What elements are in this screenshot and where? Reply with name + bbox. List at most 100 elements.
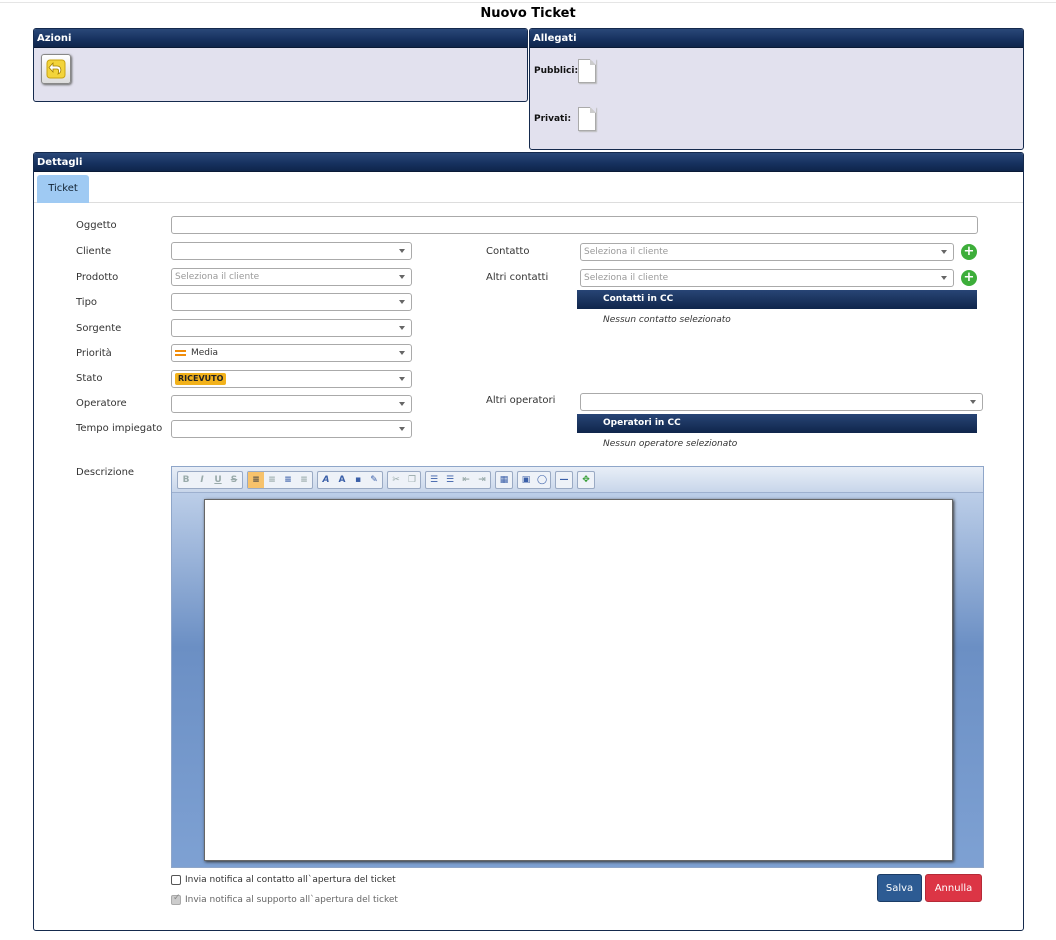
undo-arrow-icon	[46, 59, 66, 79]
descrizione-label: Descrizione	[76, 467, 135, 478]
altri-operatori-label: Altri operatori	[486, 395, 556, 406]
tab-bar: Ticket	[34, 173, 1023, 203]
pubblici-label: Pubblici:	[534, 66, 579, 76]
status-badge: RICEVUTO	[175, 373, 227, 385]
save-button[interactable]: Salva	[877, 874, 922, 902]
tipo-select[interactable]	[171, 293, 412, 311]
align-right-button[interactable]: ≡	[280, 472, 296, 488]
operatori-cc-header: Operatori in CC	[577, 414, 977, 433]
chevron-down-icon	[399, 427, 405, 431]
operatore-label: Operatore	[76, 398, 127, 409]
table-group: ▦	[495, 470, 513, 489]
contatti-cc-header: Contatti in CC	[577, 290, 977, 309]
style-group: A A ▪ ✎	[317, 470, 383, 489]
cancel-button[interactable]: Annulla	[925, 874, 982, 902]
altri-contatti-select[interactable]: Seleziona il cliente	[580, 269, 954, 287]
notify-support-label: Invia notifica al supporto all`apertura …	[185, 895, 398, 905]
chevron-down-icon	[399, 275, 405, 279]
priority-medium-icon	[175, 349, 186, 356]
underline-button[interactable]: U	[210, 472, 226, 488]
chevron-down-icon	[399, 249, 405, 253]
plus-icon: +	[963, 270, 975, 285]
privati-label: Privati:	[534, 114, 572, 124]
azioni-panel: Azioni	[33, 28, 528, 102]
horizontal-rule-button[interactable]: —	[556, 472, 572, 488]
chevron-down-icon	[399, 402, 405, 406]
tab-ticket[interactable]: Ticket	[37, 175, 89, 203]
operatore-select[interactable]	[171, 395, 412, 413]
allegati-header: Allegati	[530, 29, 1023, 48]
insert-comment-button[interactable]: ◯	[534, 472, 550, 488]
altri-operatori-select[interactable]	[580, 393, 983, 411]
chevron-down-icon	[941, 276, 947, 280]
top-divider	[0, 2, 1056, 3]
back-button[interactable]	[41, 54, 71, 84]
align-center-button[interactable]: ≡	[264, 472, 280, 488]
align-left-button[interactable]: ≡	[248, 471, 264, 488]
tempo-impiegato-select[interactable]	[171, 420, 412, 438]
prodotto-label: Prodotto	[76, 272, 119, 283]
pubblici-row: Pubblici:	[534, 59, 596, 83]
notify-contact-checkbox[interactable]	[171, 875, 181, 885]
chevron-down-icon	[399, 300, 405, 304]
italic-button[interactable]: I	[194, 472, 210, 488]
plus-icon: +	[963, 244, 975, 259]
font-color-button[interactable]: A	[318, 472, 334, 488]
insert-group: ▣ ◯	[517, 470, 551, 489]
highlight-button[interactable]: ▪	[350, 472, 366, 488]
copy-button[interactable]: ❐	[404, 472, 420, 488]
bullet-list-button[interactable]: ☰	[426, 472, 442, 488]
privati-row: Privati:	[534, 107, 596, 131]
insert-image-button[interactable]: ▣	[518, 472, 534, 488]
notify-support-checkbox[interactable]	[171, 893, 181, 905]
notify-contact-row: Invia notifica al contatto all`apertura …	[171, 875, 396, 885]
stato-select[interactable]: RICEVUTO	[171, 370, 412, 388]
operatori-cc-empty: Nessun operatore selezionato	[603, 439, 738, 449]
cliente-select[interactable]	[171, 242, 412, 260]
dettagli-panel: Dettagli Ticket Oggetto Cliente Prodotto…	[33, 152, 1024, 931]
notify-support-row: Invia notifica al supporto all`apertura …	[171, 893, 398, 905]
tipo-label: Tipo	[76, 297, 98, 308]
pubblici-document-icon[interactable]	[578, 59, 596, 83]
altri-contatti-label: Altri contatti	[486, 272, 549, 283]
strikethrough-button[interactable]: S	[226, 472, 242, 488]
insert-table-button[interactable]: ▦	[496, 472, 512, 488]
description-editor-area[interactable]	[204, 499, 953, 861]
chevron-down-icon	[399, 326, 405, 330]
sorgente-select[interactable]	[171, 319, 412, 337]
azioni-header: Azioni	[34, 29, 527, 48]
privati-document-icon[interactable]	[578, 107, 596, 131]
contatto-select[interactable]: Seleziona il cliente	[580, 243, 954, 261]
priorita-select[interactable]: Media	[171, 344, 412, 362]
oggetto-label: Oggetto	[76, 220, 117, 231]
justify-button[interactable]: ≡	[296, 472, 312, 488]
oggetto-input[interactable]	[171, 216, 978, 234]
fullscreen-group: ✥	[577, 470, 595, 489]
chevron-down-icon	[941, 250, 947, 254]
outdent-button[interactable]: ⇤	[458, 472, 474, 488]
cliente-label: Cliente	[76, 246, 112, 257]
chevron-down-icon	[399, 377, 405, 381]
list-group: ☰ ☰ ⇤ ⇥	[425, 470, 491, 489]
chevron-down-icon	[399, 351, 405, 355]
cut-button[interactable]: ✂	[388, 472, 404, 488]
allegati-panel: Allegati Pubblici: Privati:	[529, 28, 1024, 150]
fullscreen-button[interactable]: ✥	[578, 472, 594, 488]
editor-toolbar: B I U S ≡ ≡ ≡ ≡ A A ▪ ✎ ✂ ❐ ☰ ☰ ⇤ ⇥ ▦ ▣ …	[172, 467, 983, 493]
indent-button[interactable]: ⇥	[474, 472, 490, 488]
rich-text-editor: B I U S ≡ ≡ ≡ ≡ A A ▪ ✎ ✂ ❐ ☰ ☰ ⇤ ⇥ ▦ ▣ …	[171, 466, 984, 868]
tempo-impiegato-label: Tempo impiegato	[76, 423, 163, 434]
add-contatto-button[interactable]: +	[961, 244, 977, 260]
undo-group: ✂ ❐	[387, 470, 421, 489]
prodotto-select[interactable]: Seleziona il cliente	[171, 268, 412, 286]
numbered-list-button[interactable]: ☰	[442, 472, 458, 488]
add-altri-contatti-button[interactable]: +	[961, 270, 977, 286]
rule-group: —	[555, 470, 573, 489]
clear-format-button[interactable]: ✎	[366, 472, 382, 488]
bold-button[interactable]: B	[178, 472, 194, 488]
priorita-label: Priorità	[76, 348, 112, 359]
font-size-button[interactable]: A	[334, 472, 350, 488]
contatti-cc-empty: Nessun contatto selezionato	[603, 315, 731, 325]
stato-label: Stato	[76, 373, 103, 384]
align-group: ≡ ≡ ≡ ≡	[247, 470, 313, 489]
